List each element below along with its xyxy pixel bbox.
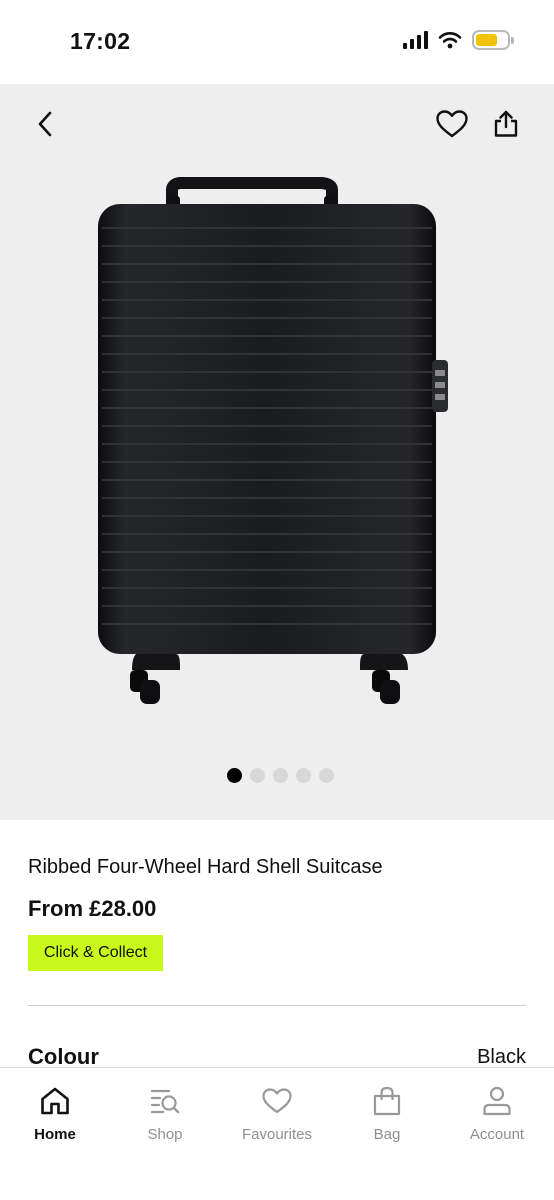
product-image	[98, 177, 448, 704]
tab-home-label: Home	[34, 1126, 76, 1143]
carousel-dots[interactable]	[0, 768, 554, 783]
carousel-dot[interactable]	[226, 768, 242, 783]
product-image-gallery[interactable]	[0, 84, 554, 820]
tab-favourites-label: Favourites	[241, 1126, 313, 1143]
tab-shop[interactable]: Shop	[110, 1084, 220, 1143]
divider	[28, 1005, 526, 1006]
status-time: 17:02	[70, 28, 131, 54]
product-title: Ribbed Four-Wheel Hard Shell Suitcase	[28, 856, 383, 878]
carousel-dot[interactable]	[318, 768, 334, 783]
wifi-icon	[438, 32, 462, 49]
status-bar: 17:02	[0, 0, 554, 84]
search-list-icon	[150, 1089, 180, 1114]
home-icon	[41, 1087, 69, 1115]
tab-home[interactable]: Home	[0, 1084, 110, 1143]
heart-icon	[262, 1088, 292, 1114]
tab-bag[interactable]: Bag	[332, 1084, 442, 1143]
signal-icon	[403, 31, 428, 49]
tab-account-label: Account	[469, 1126, 525, 1143]
product-price: From £28.00	[28, 896, 157, 921]
carousel-dot[interactable]	[272, 768, 288, 783]
tab-favourites[interactable]: Favourites	[222, 1084, 332, 1143]
carousel-dot[interactable]	[249, 768, 265, 783]
share-button[interactable]	[484, 102, 528, 146]
tab-account[interactable]: Account	[442, 1084, 552, 1143]
tab-bag-label: Bag	[373, 1126, 401, 1143]
click-collect-badge: Click & Collect	[28, 935, 163, 971]
share-icon	[494, 110, 518, 137]
heart-icon	[436, 110, 468, 138]
person-icon	[483, 1086, 511, 1116]
bag-icon	[373, 1086, 401, 1116]
back-button[interactable]	[24, 102, 68, 146]
tab-shop-label: Shop	[147, 1126, 183, 1143]
bottom-navigation: Home Shop Favourites Bag Account	[0, 1067, 554, 1200]
battery-icon	[472, 30, 514, 50]
back-icon	[38, 111, 52, 137]
colour-value[interactable]: Black	[477, 1046, 526, 1069]
favourite-button[interactable]	[430, 102, 474, 146]
carousel-dot[interactable]	[295, 768, 311, 783]
status-icons	[403, 30, 514, 50]
